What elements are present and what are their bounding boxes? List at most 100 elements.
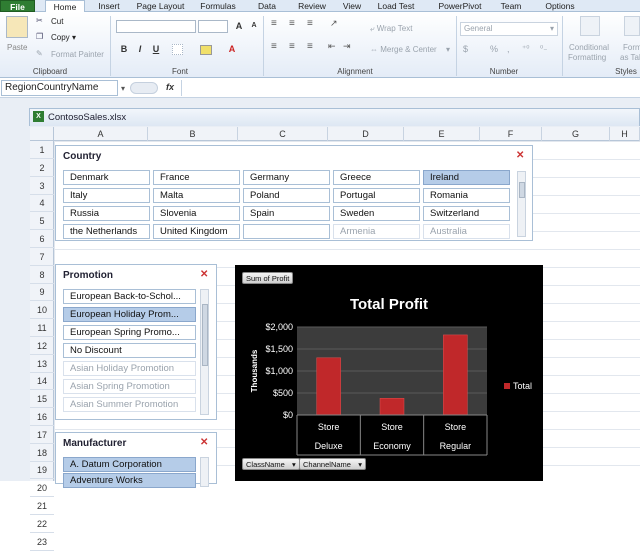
slicer-item[interactable]: Germany (243, 170, 330, 185)
slicer-item[interactable]: Denmark (63, 170, 150, 185)
row-header-22[interactable]: 22 (30, 515, 54, 533)
row-header-10[interactable]: 10 (30, 301, 54, 320)
column-header-A[interactable]: A (54, 127, 148, 141)
format-as-table-label-1[interactable]: Forma (623, 43, 640, 52)
decrease-indent-icon[interactable]: ⇤ (328, 41, 336, 52)
merge-center-button[interactable]: ⇔ Merge & Center (370, 45, 437, 54)
row-header-12[interactable]: 12 (30, 337, 54, 355)
align-left-icon[interactable]: ≡ (271, 41, 277, 52)
tab-load-test[interactable]: Load Test (370, 0, 422, 12)
conditional-formatting-label-2[interactable]: Formatting (568, 53, 606, 62)
format-as-table-icon[interactable] (624, 16, 640, 36)
align-middle-icon[interactable]: ≡ (289, 18, 295, 29)
slicer-item[interactable]: No Discount (63, 343, 196, 358)
formula-input[interactable] (181, 80, 640, 96)
orientation-icon[interactable]: ↗ (330, 18, 338, 29)
slicer-item[interactable]: Italy (63, 188, 150, 203)
format-as-table-label-2[interactable]: as Tab (620, 53, 640, 62)
increase-decimal-icon[interactable]: ⁺⁰ (522, 44, 529, 53)
row-header-14[interactable]: 14 (30, 372, 54, 391)
slicer-item[interactable]: Armenia (333, 224, 420, 239)
slicer-item[interactable]: Adventure Works (63, 472, 196, 488)
align-bottom-icon[interactable]: ≡ (307, 18, 313, 29)
comma-button[interactable]: , (507, 44, 510, 54)
percent-button[interactable]: % (490, 44, 498, 54)
tab-review[interactable]: Review (292, 0, 332, 12)
row-header-18[interactable]: 18 (30, 444, 54, 462)
slicer-item[interactable]: the Netherlands (63, 224, 150, 239)
row-header-9[interactable]: 9 (30, 283, 54, 302)
slicer-item[interactable]: A. Datum Corporation (63, 457, 196, 472)
slicer-item[interactable]: Russia (63, 206, 150, 221)
shrink-font-button[interactable]: A (248, 20, 260, 32)
row-header-8[interactable]: 8 (30, 266, 54, 284)
name-box-dropdown-arrow[interactable]: ▾ (121, 84, 125, 93)
column-header-C[interactable]: C (238, 127, 328, 141)
slicer-item[interactable]: Asian Summer Promotion (63, 397, 196, 412)
row-header-7[interactable]: 7 (30, 248, 54, 266)
column-header-E[interactable]: E (404, 127, 480, 141)
tab-formulas[interactable]: Formulas (193, 0, 243, 12)
slicer-item[interactable]: Portugal (333, 188, 420, 203)
clear-filter-icon[interactable]: ✕ (516, 151, 526, 161)
grow-font-button[interactable]: A (233, 20, 245, 32)
tab-file[interactable]: File (0, 0, 35, 12)
scrollbar-thumb[interactable] (202, 304, 208, 366)
font-color-icon[interactable]: A (226, 43, 238, 55)
paste-icon[interactable] (6, 16, 28, 38)
select-all-corner[interactable] (30, 127, 54, 141)
column-header-G[interactable]: G (542, 127, 610, 141)
currency-button[interactable]: $ (463, 44, 468, 54)
row-header-1[interactable]: 1 (30, 141, 54, 159)
row-header-6[interactable]: 6 (30, 230, 54, 248)
row-header-5[interactable]: 5 (30, 212, 54, 231)
cut-button[interactable]: Cut (51, 17, 63, 26)
paste-button[interactable]: Paste (7, 43, 27, 52)
manufacturer-slicer-scrollbar[interactable] (200, 457, 209, 487)
conditional-formatting-icon[interactable] (580, 16, 600, 36)
clear-filter-icon[interactable]: ✕ (200, 438, 210, 448)
tab-insert[interactable]: Insert (91, 0, 127, 12)
row-header-16[interactable]: 16 (30, 408, 54, 426)
decrease-decimal-icon[interactable]: ⁰₋ (540, 44, 547, 53)
tab-team[interactable]: Team (495, 0, 527, 12)
number-format-arrow[interactable]: ▾ (550, 24, 554, 33)
slicer-item[interactable]: France (153, 170, 240, 185)
slicer-item[interactable]: Ireland (423, 170, 510, 185)
row-header-3[interactable]: 3 (30, 177, 54, 195)
column-header-D[interactable]: D (328, 127, 404, 141)
conditional-formatting-label-1[interactable]: Conditional (569, 43, 609, 52)
slicer-item[interactable]: Asian Spring Promotion (63, 379, 196, 394)
slicer-item[interactable]: Malta (153, 188, 240, 203)
italic-button[interactable]: I (134, 43, 146, 55)
tab-options[interactable]: Options (533, 0, 587, 12)
row-header-19[interactable]: 19 (30, 461, 54, 480)
name-box[interactable]: RegionCountryName (1, 80, 118, 96)
row-header-23[interactable]: 23 (30, 533, 54, 551)
row-header-20[interactable]: 20 (30, 479, 54, 498)
align-top-icon[interactable]: ≡ (271, 18, 277, 29)
slicer-item[interactable]: Spain (243, 206, 330, 221)
tab-view[interactable]: View (338, 0, 366, 12)
slicer-item[interactable]: European Holiday Prom... (63, 307, 196, 322)
borders-icon[interactable] (172, 44, 183, 55)
merge-dropdown-arrow[interactable]: ▾ (446, 45, 450, 54)
row-header-15[interactable]: 15 (30, 390, 54, 409)
slicer-item[interactable]: Poland (243, 188, 330, 203)
slicer-item[interactable]: Australia (423, 224, 510, 239)
tab-powerpivot[interactable]: PowerPivot (430, 0, 490, 12)
slicer-item[interactable]: Sweden (333, 206, 420, 221)
copy-dropdown-arrow[interactable]: ▾ (72, 33, 76, 42)
column-header-F[interactable]: F (480, 127, 542, 141)
pivot-chart[interactable]: Sum of Profit ClassName ▾ ChannelName ▾ $0… (235, 265, 543, 481)
copy-button[interactable]: Copy (51, 33, 70, 42)
tab-page-layout[interactable]: Page Layout (132, 0, 189, 12)
scrollbar-thumb[interactable] (519, 182, 525, 198)
clear-filter-icon[interactable]: ✕ (200, 270, 210, 280)
column-header-H[interactable]: H (610, 127, 640, 141)
increase-indent-icon[interactable]: ⇥ (343, 41, 351, 52)
tab-data[interactable]: Data (248, 0, 286, 12)
format-painter-button[interactable]: Format Painter (51, 50, 104, 59)
column-header-B[interactable]: B (148, 127, 238, 141)
slicer-item[interactable]: Asian Holiday Promotion (63, 361, 196, 376)
